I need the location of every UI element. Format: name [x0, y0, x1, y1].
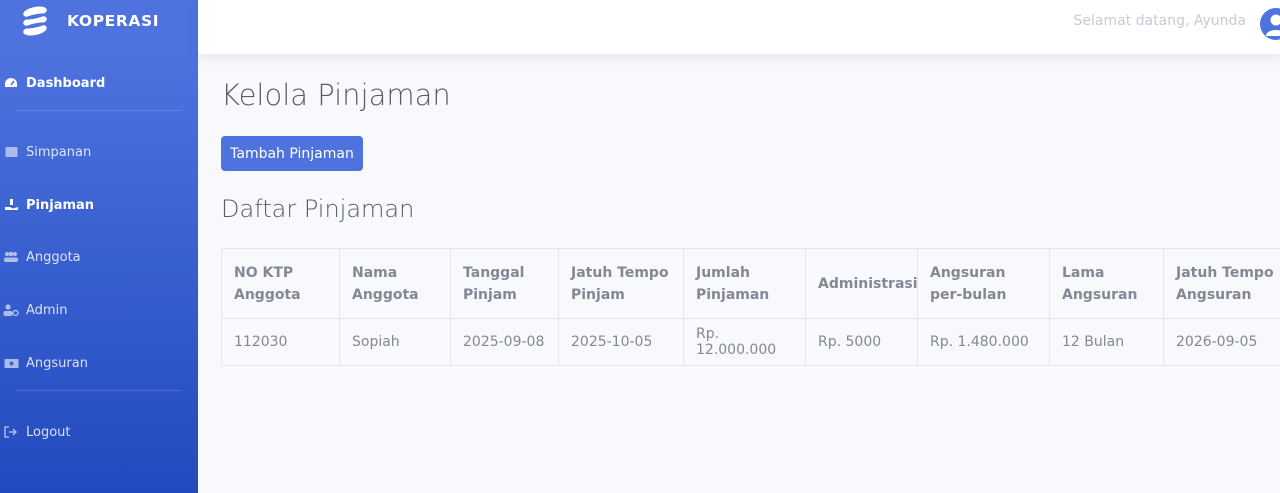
box-icon [3, 145, 19, 159]
column-header: Angsuran per-bulan [917, 248, 1050, 319]
table-cell: Sopiah [339, 318, 451, 366]
sidebar: KOPERASI Dashboard Simpanan Pinjaman Ang… [0, 0, 198, 493]
coins-icon [23, 6, 47, 36]
table-row[interactable]: 112030 Sopiah 2025-09-08 2025-10-05 Rp. … [221, 318, 1280, 366]
sidebar-item-dashboard[interactable]: Dashboard [0, 68, 198, 98]
sign-out-icon [3, 425, 19, 439]
tachometer-icon [3, 76, 19, 90]
sidebar-item-label: Simpanan [26, 144, 92, 160]
sidebar-item-logout[interactable]: Logout [0, 417, 198, 447]
sidebar-item-label: Pinjaman [26, 197, 95, 213]
avatar[interactable] [1260, 8, 1280, 40]
loan-table: NO KTP Anggota Nama Anggota Tanggal Pinj… [221, 248, 1280, 366]
page-title: Kelola Pinjaman [221, 78, 451, 112]
table-cell: 2025-10-05 [558, 318, 684, 366]
table-cell: 112030 [221, 318, 340, 366]
table-cell: Rp. 12.000.000 [683, 318, 806, 366]
sidebar-item-admin[interactable]: Admin [0, 295, 198, 325]
column-header: Lama Angsuran [1049, 248, 1164, 319]
welcome-text: Selamat datang, Ayunda [1073, 13, 1246, 29]
table-cell: 2026-09-05 [1163, 318, 1280, 366]
sidebar-divider [16, 390, 182, 391]
sidebar-item-label: Logout [26, 424, 71, 440]
brand-name: KOPERASI [67, 12, 160, 30]
loan-table-container: NO KTP Anggota Nama Anggota Tanggal Pinj… [221, 248, 1280, 366]
sidebar-item-label: Dashboard [26, 75, 106, 91]
sidebar-item-label: Admin [26, 302, 68, 318]
sidebar-divider [16, 110, 182, 111]
table-cell: Rp. 1.480.000 [917, 318, 1050, 366]
table-cell: Rp. 5000 [805, 318, 918, 366]
table-cell: 2025-09-08 [450, 318, 559, 366]
sidebar-item-simpanan[interactable]: Simpanan [0, 137, 198, 167]
user-cog-icon [3, 303, 19, 317]
sidebar-item-angsuran[interactable]: Angsuran [0, 348, 198, 378]
hand-holding-icon [3, 198, 19, 212]
add-loan-button[interactable]: Tambah Pinjaman [221, 136, 363, 171]
column-header: Nama Anggota [339, 248, 451, 319]
column-header: Administrasi [805, 248, 918, 319]
topbar: Selamat datang, Ayunda [198, 0, 1280, 54]
brand[interactable]: KOPERASI [0, 0, 198, 44]
section-title: Daftar Pinjaman [221, 195, 415, 223]
sidebar-item-pinjaman[interactable]: Pinjaman [0, 190, 198, 220]
user-icon [1266, 14, 1280, 36]
column-header: Jatuh Tempo Angsuran [1163, 248, 1280, 319]
column-header: Tanggal Pinjam [450, 248, 559, 319]
table-header-row: NO KTP Anggota Nama Anggota Tanggal Pinj… [221, 248, 1280, 319]
money-bill-icon [3, 356, 19, 370]
table-cell: 12 Bulan [1049, 318, 1164, 366]
sidebar-item-anggota[interactable]: Anggota [0, 242, 198, 272]
column-header: NO KTP Anggota [221, 248, 340, 319]
column-header: Jatuh Tempo Pinjam [558, 248, 684, 319]
users-icon [3, 250, 19, 264]
sidebar-item-label: Angsuran [26, 355, 88, 371]
column-header: Jumlah Pinjaman [683, 248, 806, 319]
sidebar-item-label: Anggota [26, 249, 81, 265]
